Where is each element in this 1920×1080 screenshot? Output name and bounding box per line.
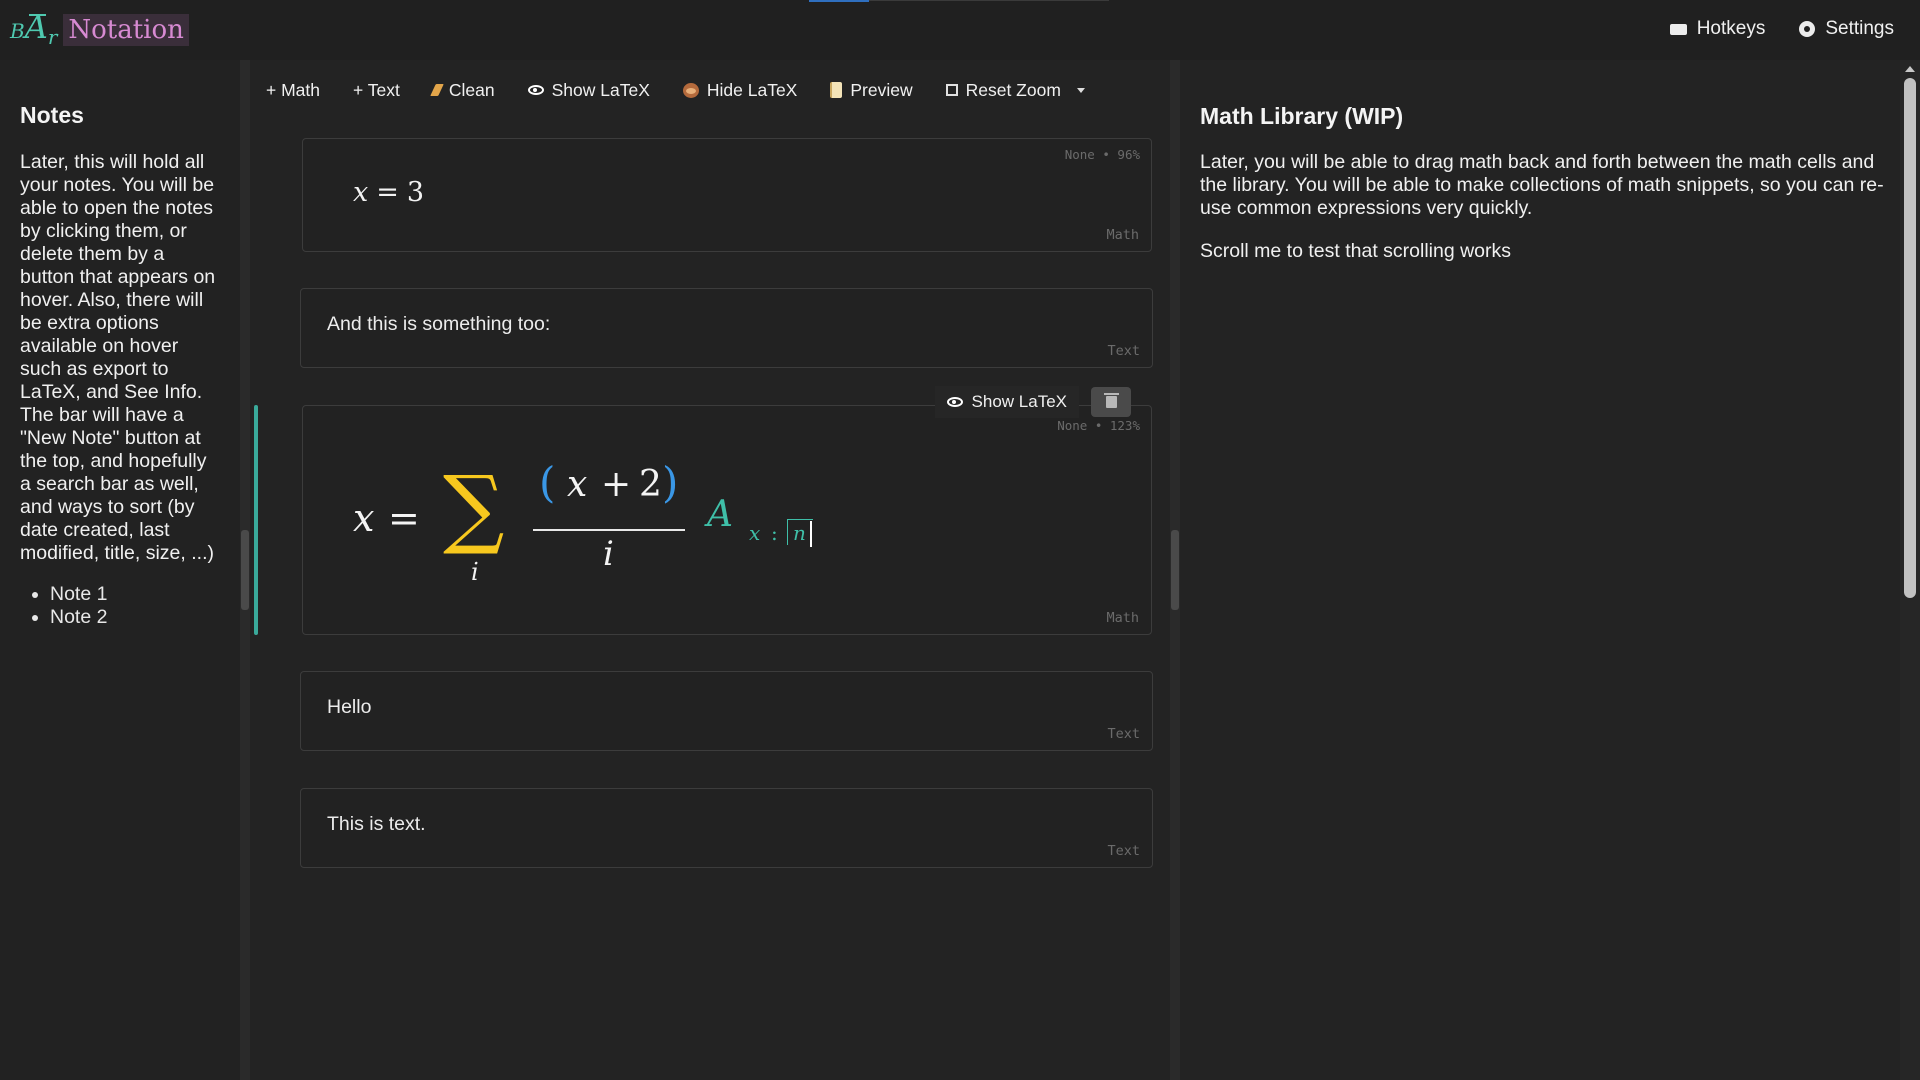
add-math-button[interactable]: + Math <box>266 80 320 101</box>
math-two: 2 <box>639 464 662 505</box>
cell-show-latex-label: Show LaTeX <box>971 392 1067 411</box>
math-sub-x: x <box>749 521 761 545</box>
math-rhs: 3 <box>406 177 425 208</box>
math-lparen: ( <box>539 458 556 507</box>
cell-text[interactable]: Hello <box>327 696 371 719</box>
left-resize-bar[interactable] <box>240 60 250 1080</box>
right-resize-handle[interactable] <box>1171 530 1179 610</box>
fullscreen-icon <box>945 84 958 96</box>
active-cell-indicator <box>254 405 258 635</box>
hide-latex-button[interactable]: Hide LaTeX <box>682 79 798 101</box>
note-item[interactable]: Note 2 <box>50 606 221 629</box>
math-equals: = <box>376 177 399 208</box>
cell-meta: None • 96% <box>1064 147 1140 162</box>
eye-icon <box>527 85 544 95</box>
editor-toolbar: + Math + Text Clean Show LaTeX Hide LaTe… <box>266 70 1118 110</box>
scrollbar-thumb[interactable] <box>1904 78 1916 598</box>
cell-text[interactable]: And this is something too: <box>327 313 550 336</box>
text-cell[interactable]: This is text. Text <box>300 788 1153 868</box>
app-logo: B A r Notation <box>10 8 189 52</box>
library-title: Math Library (WIP) <box>1200 103 1404 129</box>
gear-icon <box>1799 21 1816 37</box>
math-rparen: ) <box>662 458 679 507</box>
logo-symbol: B A r <box>10 8 58 49</box>
math-A: A <box>707 494 733 535</box>
scroll-up-arrow-icon[interactable] <box>1905 66 1915 72</box>
cell-kind-label: Text <box>1107 843 1140 859</box>
chevron-down-icon[interactable] <box>1076 87 1085 93</box>
notes-list: Note 1 Note 2 <box>20 583 221 629</box>
notes-panel: Notes Later, this will hold all your not… <box>0 60 240 1080</box>
math-sum: ∑ <box>443 458 505 558</box>
reset-zoom-label: Reset Zoom <box>965 79 1061 100</box>
scroll-icon <box>830 82 843 98</box>
library-description: Later, you will be able to drag math bac… <box>1200 151 1884 219</box>
math-lhs: x <box>353 177 369 208</box>
math-library-panel: Math Library (WIP) Later, you will be ab… <box>1180 60 1900 1080</box>
settings-button[interactable]: Settings <box>1799 18 1894 40</box>
trash-icon <box>1103 393 1119 408</box>
left-resize-handle[interactable] <box>241 530 249 610</box>
cell-meta: None • 123% <box>1057 418 1140 433</box>
cell-kind-label: Text <box>1107 726 1140 742</box>
clean-button[interactable]: Clean <box>430 79 495 101</box>
cell-show-latex-button[interactable]: Show LaTeX <box>934 386 1079 418</box>
app-header: B A r Notation Hotkeys Settings <box>0 0 1920 60</box>
library-scroll-note: Scroll me to test that scrolling works <box>1200 240 1512 262</box>
math-n: n <box>793 521 806 545</box>
note-item[interactable]: Note 1 <box>50 583 221 606</box>
cell-kind-label: Math <box>1106 610 1139 626</box>
preview-label: Preview <box>850 79 913 100</box>
add-text-label: + Text <box>353 79 400 100</box>
hotkeys-button[interactable]: Hotkeys <box>1669 18 1766 40</box>
text-caret <box>810 521 812 547</box>
cell-kind-label: Text <box>1107 343 1140 359</box>
monkey-icon <box>682 82 699 98</box>
header-actions: Hotkeys Settings <box>1669 18 1894 40</box>
fraction-bar <box>533 529 685 531</box>
header-divider <box>869 0 1109 1</box>
notes-title: Notes <box>20 102 84 128</box>
math-cell[interactable]: None • 96% x = 3 Math <box>302 138 1152 252</box>
math-cell-active[interactable]: None • 123% Show LaTeX x = ∑ i ( x + 2 )… <box>302 386 1152 635</box>
math-equals: = <box>388 496 420 540</box>
math-num-x: x <box>567 464 588 505</box>
hotkeys-label: Hotkeys <box>1696 18 1766 39</box>
eye-icon <box>946 397 963 407</box>
broom-icon <box>430 84 444 96</box>
editor-area: + Math + Text Clean Show LaTeX Hide LaTe… <box>250 60 1170 1080</box>
right-resize-bar[interactable] <box>1170 60 1180 1080</box>
settings-label: Settings <box>1825 18 1894 39</box>
show-latex-label: Show LaTeX <box>551 79 650 100</box>
delete-cell-button[interactable] <box>1091 387 1131 417</box>
math-sum-index: i <box>471 558 479 586</box>
math-lhs: x <box>353 496 375 540</box>
logo-sub-b: B <box>10 19 25 43</box>
add-text-button[interactable]: + Text <box>353 80 400 101</box>
cell-kind-label: Math <box>1106 227 1139 243</box>
reset-zoom-button[interactable]: Reset Zoom <box>945 79 1085 101</box>
text-cell[interactable]: And this is something too: Text <box>300 288 1153 368</box>
math-expression[interactable]: x = 3 <box>353 177 424 208</box>
clean-label: Clean <box>448 79 495 100</box>
math-plus: + <box>601 464 632 505</box>
cell-text[interactable]: This is text. <box>327 813 426 836</box>
add-math-label: + Math <box>266 79 320 100</box>
header-accent-line <box>809 0 869 2</box>
preview-button[interactable]: Preview <box>830 79 913 101</box>
hide-latex-label: Hide LaTeX <box>706 79 798 100</box>
notes-description: Later, this will hold all your notes. Yo… <box>20 151 216 564</box>
logo-main-a: A <box>24 8 48 46</box>
logo-text: Notation <box>63 14 189 46</box>
cell-hover-actions: Show LaTeX <box>934 386 1131 418</box>
keyboard-icon <box>1669 23 1687 35</box>
text-cell[interactable]: Hello Text <box>300 671 1153 751</box>
math-colon: : <box>771 521 778 545</box>
show-latex-button[interactable]: Show LaTeX <box>527 79 650 101</box>
logo-sub-r: r <box>47 25 58 49</box>
library-scrollbar[interactable] <box>1900 60 1920 1080</box>
math-denominator: i <box>603 534 614 574</box>
